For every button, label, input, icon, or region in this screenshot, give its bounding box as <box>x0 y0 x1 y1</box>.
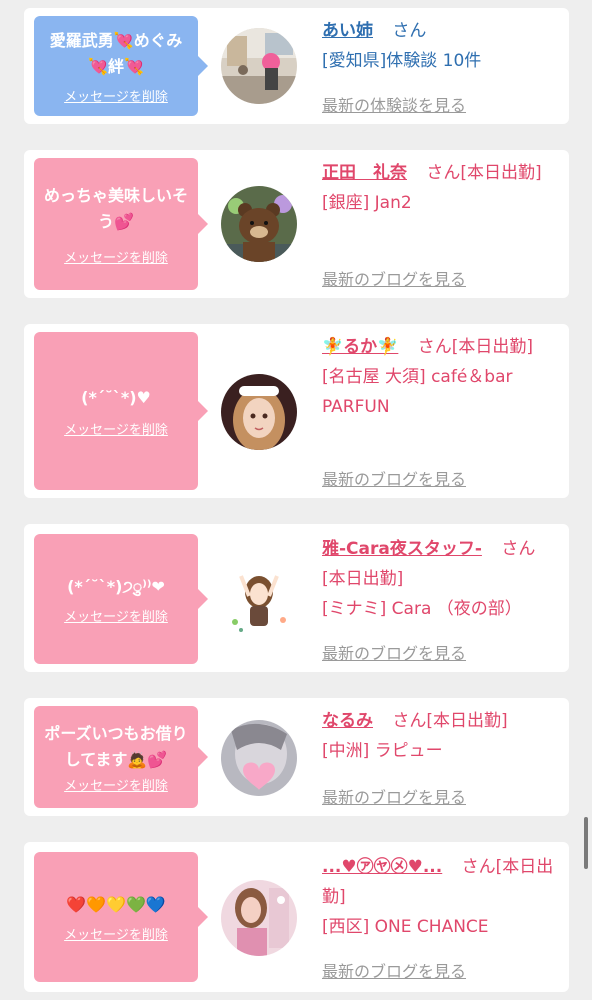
profile-info: ...♥㋐㋳㋱♥... さん[本日出勤] [西区] ONE CHANCE <box>322 852 557 942</box>
photo-person-pink-hair-icon <box>221 28 297 104</box>
message-text: ❤️🧡💛💚💙 <box>66 894 166 914</box>
profile-info: 雅-Cara夜スタッフ- さん[本日出勤] [ミナミ] Cara （夜の部） <box>322 534 557 624</box>
latest-link[interactable]: 最新のブログを見る <box>322 958 466 982</box>
profile-detail: [中洲] ラピュー <box>322 741 443 761</box>
delete-message-link[interactable]: メッセージを削除 <box>64 606 168 625</box>
avatar[interactable] <box>221 880 297 956</box>
scrollbar[interactable] <box>584 817 588 869</box>
avatar[interactable] <box>221 28 297 104</box>
latest-link[interactable]: 最新のブログを見る <box>322 784 466 808</box>
profile-detail: [愛知県]体験談 10件 <box>322 51 482 71</box>
profile-detail: [名古屋 大須] café＆bar PARFUN <box>322 367 513 417</box>
message-card: ❤️🧡💛💚💙 メッセージを削除 ...♥㋐㋳㋱♥... さん[本日出勤] [西区… <box>24 842 569 992</box>
profile-info: なるみ さん[本日出勤] [中洲] ラピュー <box>322 706 557 766</box>
message-text: めっちゃ美味しいそう💕 <box>43 185 188 231</box>
message-bubble: ❤️🧡💛💚💙 メッセージを削除 <box>34 852 208 982</box>
profile-name-link[interactable]: ...♥㋐㋳㋱♥... <box>322 857 442 877</box>
profile-name-link[interactable]: 雅-Cara夜スタッフ- <box>322 539 482 559</box>
message-text: ポーズいつもお借りしてます🙇💕 <box>44 723 188 769</box>
message-card: (*´˘`*)♥ メッセージを削除 🧚るか🧚 さん[本日出勤] [名古屋 大須]… <box>24 324 569 498</box>
avatar[interactable] <box>221 374 297 450</box>
message-bubble: (*´˘`*)੭ु⁾⁾❤ メッセージを削除 <box>34 534 208 664</box>
delete-message-link[interactable]: メッセージを削除 <box>64 86 168 105</box>
profile-info: 🧚るか🧚 さん[本日出勤] [名古屋 大須] café＆bar PARFUN <box>322 332 557 422</box>
message-card: ポーズいつもお借りしてます🙇💕 メッセージを削除 なるみ さん[本日出勤] [中… <box>24 698 569 816</box>
name-suffix: さん[本日出勤] <box>417 337 534 357</box>
message-bubble: めっちゃ美味しいそう💕 メッセージを削除 <box>34 158 208 290</box>
illustration-cheering-girl-icon <box>221 562 297 638</box>
latest-link[interactable]: 最新のブログを見る <box>322 266 466 290</box>
avatar[interactable] <box>221 186 297 262</box>
profile-name-link[interactable]: 🧚るか🧚 <box>322 337 398 357</box>
delete-message-link[interactable]: メッセージを削除 <box>64 247 168 266</box>
message-card: (*´˘`*)੭ु⁾⁾❤ メッセージを削除 雅-Cara夜スタッフ- さん[本日… <box>24 524 569 672</box>
latest-link[interactable]: 最新のブログを見る <box>322 466 466 490</box>
avatar[interactable] <box>221 562 297 638</box>
photo-face-hidden-heart-icon <box>221 720 297 796</box>
latest-link[interactable]: 最新の体験談を見る <box>322 92 466 116</box>
delete-message-link[interactable]: メッセージを削除 <box>64 924 168 943</box>
profile-name-link[interactable]: なるみ <box>322 711 373 731</box>
profile-name-link[interactable]: 正田 礼奈 <box>322 163 407 183</box>
avatar[interactable] <box>221 720 297 796</box>
name-suffix: さん <box>392 21 427 41</box>
photo-brown-bear-icon <box>221 186 297 262</box>
profile-info: あい姉 さん [愛知県]体験談 10件 <box>322 16 557 76</box>
message-bubble: ポーズいつもお借りしてます🙇💕 メッセージを削除 <box>34 706 208 808</box>
name-suffix: さん[本日出勤] <box>426 163 542 183</box>
message-text: 愛羅武勇💘めぐみ💘絆💘 <box>49 30 183 76</box>
message-card: めっちゃ美味しいそう💕 メッセージを削除 正田 礼奈 さん[本日出勤] [銀座]… <box>24 150 569 298</box>
profile-detail: [銀座] Jan2 <box>322 193 412 213</box>
photo-girl-glamour-icon <box>221 880 297 956</box>
profile-detail: [西区] ONE CHANCE <box>322 917 489 937</box>
delete-message-link[interactable]: メッセージを削除 <box>64 775 168 794</box>
profile-detail: [ミナミ] Cara （夜の部） <box>322 599 522 619</box>
profile-name-link[interactable]: あい姉 <box>322 21 373 41</box>
latest-link[interactable]: 最新のブログを見る <box>322 640 466 664</box>
message-bubble: 愛羅武勇💘めぐみ💘絆💘 メッセージを削除 <box>34 16 208 116</box>
photo-girl-maid-icon <box>221 374 297 450</box>
message-bubble: (*´˘`*)♥ メッセージを削除 <box>34 332 208 490</box>
message-text: (*´˘`*)♥ <box>81 387 151 407</box>
message-card: 愛羅武勇💘めぐみ💘絆💘 メッセージを削除 あい姉 さん [愛知県]体験談 10件… <box>24 8 569 124</box>
profile-info: 正田 礼奈 さん[本日出勤] [銀座] Jan2 <box>322 158 557 218</box>
name-suffix: さん[本日出勤] <box>392 711 508 731</box>
delete-message-link[interactable]: メッセージを削除 <box>64 419 168 438</box>
message-text: (*´˘`*)੭ु⁾⁾❤ <box>67 576 165 596</box>
